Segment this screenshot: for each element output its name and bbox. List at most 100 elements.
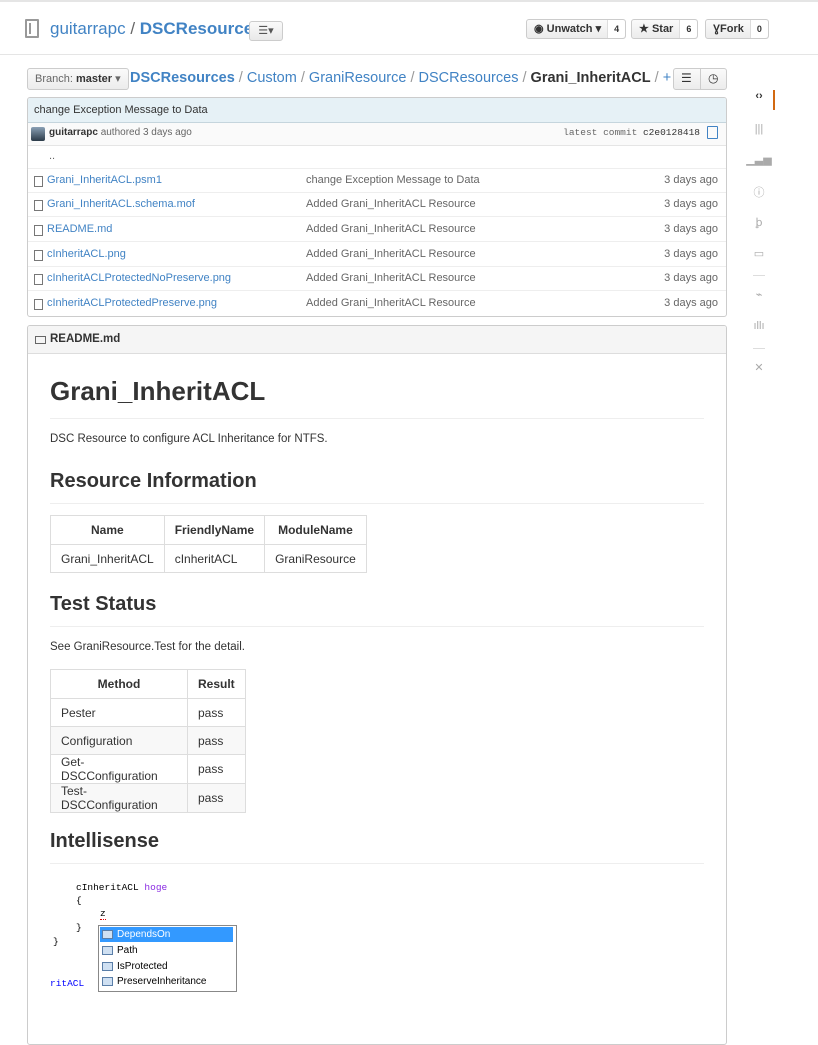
table-row: cInheritACLProtectedPreserve.png Added G… (28, 292, 726, 316)
pull-request-icon[interactable]: ꝧ (745, 216, 773, 236)
file-name[interactable]: cInheritACL.png (47, 243, 126, 266)
completion-label: IsProtected (117, 961, 168, 972)
readme-panel: README.md Grani_InheritACL DSC Resource … (27, 325, 727, 1045)
file-commit-message[interactable]: Added Grani_InheritACL Resource (306, 218, 476, 241)
code-tail: ritACL (50, 978, 85, 989)
wiki-icon[interactable]: ▭ (745, 247, 773, 267)
file-commit-message[interactable]: Added Grani_InheritACL Resource (306, 243, 476, 266)
table-header: Method (50, 669, 188, 699)
pulse-icon[interactable]: ▁▃▅ (745, 153, 773, 173)
info-icon[interactable]: ⓘ (745, 184, 773, 204)
table-header: ModuleName (264, 515, 367, 545)
file-icon (34, 176, 43, 187)
updir-link[interactable]: .. (49, 145, 55, 168)
repo-link[interactable]: DSCResources (140, 19, 263, 38)
clipboard-icon[interactable] (707, 126, 718, 139)
branch-name: master (75, 73, 113, 85)
file-name[interactable]: cInheritACLProtectedNoPreserve.png (47, 267, 231, 290)
branch-select[interactable]: Branch: master ▾ (27, 68, 129, 90)
file-icon (34, 225, 43, 236)
file-commit-message[interactable]: Added Grani_InheritACL Resource (306, 193, 476, 216)
author-link[interactable]: guitarrapc (49, 127, 98, 138)
star-label: Star (651, 23, 674, 35)
completion-popup: DependsOn Path IsProtected PreserveInher… (98, 925, 237, 992)
graphs-icon[interactable]: ıllı (745, 320, 773, 340)
issues-icon[interactable]: ||| (745, 123, 773, 143)
table-cell: pass (187, 783, 246, 813)
file-age: 3 days ago (664, 297, 718, 309)
property-icon (102, 930, 113, 939)
file-icon (34, 274, 43, 285)
sidebar-divider (753, 275, 765, 276)
fork-count[interactable]: 0 (749, 20, 768, 38)
updir-row[interactable]: .. (28, 145, 726, 169)
breadcrumb-dscresources[interactable]: DSCResources (419, 70, 519, 86)
repo-sidebar: ‹› ||| ▁▃▅ ⓘ ꝧ ▭ ⌁ ıllı ✕ (745, 85, 775, 395)
code-keyword: cInheritACL (76, 882, 139, 893)
breadcrumb-sep: / (650, 70, 663, 86)
table-header: Result (187, 669, 246, 699)
readme-title: Grani_InheritACL (50, 376, 704, 419)
code-line: cInheritACL hoge (76, 882, 167, 893)
completion-item[interactable]: IsProtected (100, 959, 233, 974)
file-commit-message[interactable]: Added Grani_InheritACL Resource (306, 267, 476, 290)
readme-filename: README.md (50, 333, 121, 345)
table-cell: cInheritACL (163, 544, 266, 573)
file-age: 3 days ago (664, 248, 718, 260)
repo-title: guitarrapc / DSCResources (50, 19, 263, 39)
avatar[interactable] (31, 127, 45, 141)
completion-item[interactable]: Path (100, 943, 233, 958)
view-toggle: ☰ ◷ (673, 68, 727, 90)
file-name[interactable]: README.md (47, 218, 112, 241)
repo-header: guitarrapc / DSCResources ☰▾ ◉ Unwatch ▾… (0, 2, 818, 55)
fork-button[interactable]: ƔFork 0 (705, 19, 769, 39)
code-icon[interactable]: ‹› (745, 90, 775, 110)
list-menu-icon: ☰▾ (258, 25, 274, 37)
code-brace-open: { (76, 895, 82, 906)
eye-icon: ◉ (534, 23, 544, 35)
breadcrumb-custom[interactable]: Custom (247, 70, 297, 86)
table-header: FriendlyName (163, 515, 266, 545)
unwatch-label: Unwatch (546, 23, 593, 35)
file-name[interactable]: cInheritACLProtectedPreserve.png (47, 292, 217, 315)
heading-resource-information: Resource Information (50, 470, 704, 504)
completion-label: Path (117, 945, 138, 956)
completion-item[interactable]: PreserveInheritance (100, 974, 233, 989)
table-cell: pass (187, 726, 246, 755)
file-commit-message[interactable]: change Exception Message to Data (306, 169, 480, 192)
authored-time: authored 3 days ago (100, 127, 192, 138)
resource-table: Name FriendlyName ModuleName Grani_Inher… (50, 515, 367, 573)
owner-link[interactable]: guitarrapc (50, 19, 126, 38)
star-button[interactable]: ★ Star 6 (631, 19, 699, 39)
file-name[interactable]: Grani_InheritACL.psm1 (47, 169, 162, 192)
file-commit-message[interactable]: Added Grani_InheritACL Resource (306, 292, 476, 315)
file-listing: change Exception Message to Data guitarr… (27, 97, 727, 317)
file-icon (34, 200, 43, 211)
property-icon (102, 946, 113, 955)
commit-meta: guitarrapc authored 3 days ago latest co… (28, 123, 726, 146)
new-file-link[interactable]: + (663, 70, 671, 86)
history-icon[interactable]: ◷ (708, 71, 718, 85)
breadcrumb-sep: / (296, 70, 309, 86)
completion-item[interactable]: DependsOn (100, 927, 233, 942)
list-view-icon[interactable]: ☰ (681, 71, 692, 85)
unwatch-button[interactable]: ◉ Unwatch ▾ 4 (526, 19, 627, 39)
repo-menu-button[interactable]: ☰▾ (249, 21, 283, 41)
table-cell: Pester (50, 698, 188, 727)
settings-icon[interactable]: ✕ (745, 361, 773, 381)
table-header: Name (50, 515, 165, 545)
table-row: cInheritACL.png Added Grani_InheritACL R… (28, 243, 726, 267)
code-brace-close: } (76, 922, 82, 933)
breadcrumb-sep: / (234, 70, 247, 86)
table-row: cInheritACLProtectedNoPreserve.png Added… (28, 267, 726, 291)
star-count[interactable]: 6 (679, 20, 698, 38)
commit-sha[interactable]: c2e0128418 (643, 127, 700, 138)
watch-count[interactable]: 4 (607, 20, 626, 38)
commit-message[interactable]: change Exception Message to Data (28, 98, 726, 123)
activity-icon[interactable]: ⌁ (745, 288, 773, 308)
heading-intellisense: Intellisense (50, 830, 704, 864)
breadcrumb-root[interactable]: DSCResources (130, 70, 235, 86)
file-name[interactable]: Grani_InheritACL.schema.mof (47, 193, 195, 216)
breadcrumb-graniresource[interactable]: GraniResource (309, 70, 407, 86)
file-age: 3 days ago (664, 198, 718, 210)
